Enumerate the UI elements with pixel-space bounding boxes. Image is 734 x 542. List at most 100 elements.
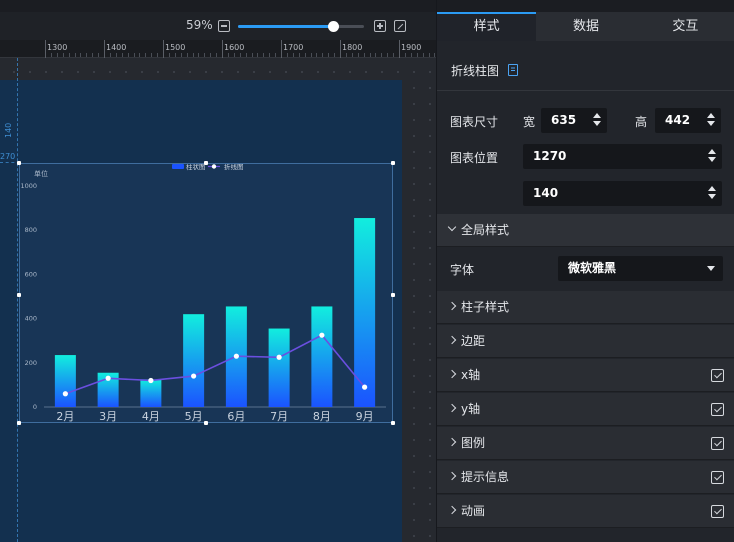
y-tick-label: 800 (25, 226, 37, 234)
guide-y-readout: 140 (4, 122, 13, 138)
component-title: 折线柱图 (451, 64, 500, 78)
caret-down-icon (707, 266, 715, 271)
ruler-minor-tick (56, 53, 58, 57)
ruler-minor-tick (121, 53, 123, 57)
section-0[interactable]: 柱子样式 (437, 291, 734, 324)
ruler-minor-tick (334, 53, 336, 57)
resize-handle-tr[interactable] (391, 161, 395, 165)
section-label: 边距 (461, 334, 486, 348)
resize-handle-bl[interactable] (17, 421, 21, 425)
width-label: 宽 (523, 115, 536, 129)
ruler-major-tick (45, 40, 46, 58)
checkbox-checked-icon[interactable] (711, 437, 724, 450)
bar (140, 379, 162, 407)
line-point (148, 377, 154, 384)
position-y-input[interactable]: 140 (523, 181, 722, 206)
ruler-minor-tick (416, 53, 418, 57)
zoom-slider[interactable] (238, 21, 364, 32)
width-input[interactable]: 635 (541, 108, 607, 133)
line-point (233, 353, 239, 359)
ruler-minor-tick (345, 53, 347, 57)
width-stepper-icon[interactable] (593, 113, 601, 127)
section-label: 动画 (461, 504, 486, 518)
line-point (319, 332, 325, 338)
ruler-minor-tick (92, 53, 94, 57)
zoom-out-icon[interactable] (218, 20, 230, 32)
ruler-minor-tick (363, 53, 365, 57)
ruler-minor-tick (186, 53, 188, 57)
section-6[interactable]: 动画 (437, 495, 734, 528)
ruler-minor-tick (428, 53, 430, 57)
editor-window: 59% 1300 1400 1500 1600 1700 1800 1900 140 270… (0, 0, 734, 542)
checkbox-checked-icon[interactable] (711, 471, 724, 484)
tab-style[interactable]: 样式 (437, 12, 537, 41)
ruler-minor-tick (204, 53, 206, 57)
line-point (362, 384, 368, 390)
legend-bar-swatch (172, 164, 184, 169)
ruler-major-tick (222, 40, 223, 58)
ruler-major-tick (104, 40, 105, 58)
section-1[interactable]: 边距 (437, 325, 734, 358)
section-3[interactable]: y轴 (437, 393, 734, 426)
resize-handle-r[interactable] (391, 293, 395, 297)
tab-interaction[interactable]: 交互 (636, 12, 734, 41)
ruler-minor-tick (286, 53, 288, 57)
height-input[interactable]: 442 (655, 108, 721, 133)
ruler-minor-tick (251, 53, 253, 57)
ruler-minor-tick (157, 53, 159, 57)
section-4[interactable]: 图例 (437, 427, 734, 460)
ruler-minor-tick (68, 53, 70, 57)
resize-handle-t[interactable] (204, 161, 208, 165)
resize-handle-tl[interactable] (17, 161, 21, 165)
ruler-minor-tick (239, 53, 241, 57)
font-label: 字体 (450, 263, 475, 277)
section-2[interactable]: x轴 (437, 359, 734, 392)
position-x-input[interactable]: 1270 (523, 144, 722, 169)
ruler-label: 1600 (224, 43, 245, 52)
chevron-right-icon (447, 403, 457, 413)
chevron-right-icon (447, 369, 457, 379)
resize-handle-b[interactable] (204, 421, 208, 425)
legend-entry: 柱状图 (186, 164, 206, 171)
position-x-value: 1270 (533, 149, 567, 163)
zoom-slider-fill (238, 25, 333, 28)
position-x-stepper-icon[interactable] (708, 149, 716, 163)
panel-top-strip (437, 0, 734, 12)
zoom-in-icon[interactable] (374, 20, 386, 32)
canvas-area[interactable]: 59% 1300 1400 1500 1600 1700 1800 1900 140 270… (0, 0, 436, 542)
position-y-stepper-icon[interactable] (708, 186, 716, 200)
x-tick-label: 3月 (99, 410, 117, 423)
chevron-right-icon (447, 471, 457, 481)
ruler-major-tick (163, 40, 164, 58)
checkbox-checked-icon[interactable] (711, 369, 724, 382)
ruler-minor-tick (422, 53, 424, 57)
fit-screen-icon[interactable] (394, 20, 406, 32)
height-stepper-icon[interactable] (707, 113, 715, 127)
chart-component[interactable]: 单位 柱状图 折线图 0 200 400 600 800 1000 2月 3月 4月 5月 6月 7月 8月 9… (19, 163, 393, 423)
document-icon[interactable] (508, 64, 518, 76)
section-label: 全局样式 (461, 223, 510, 237)
section-global-style[interactable]: 全局样式 (437, 214, 734, 247)
x-tick-label: 7月 (270, 410, 288, 423)
y-tick-label: 600 (25, 270, 37, 278)
zoom-level-label: 59% (186, 18, 213, 32)
tab-data[interactable]: 数据 (536, 12, 635, 41)
ruler-minor-tick (275, 53, 277, 57)
checkbox-checked-icon[interactable] (711, 505, 724, 518)
ruler-minor-tick (375, 53, 377, 57)
ruler-minor-tick (192, 53, 194, 57)
checkbox-checked-icon[interactable] (711, 403, 724, 416)
ruler-minor-tick (216, 53, 218, 57)
section-5[interactable]: 提示信息 (437, 461, 734, 494)
section-label: y轴 (461, 402, 481, 416)
x-tick-label: 2月 (56, 410, 74, 423)
resize-handle-l[interactable] (17, 293, 21, 297)
bar (311, 306, 333, 407)
font-select[interactable]: 微软雅黑 (558, 256, 723, 281)
ruler-minor-tick (369, 53, 371, 57)
resize-handle-br[interactable] (391, 421, 395, 425)
section-label: x轴 (461, 368, 481, 382)
ruler-major-tick (340, 40, 341, 58)
ruler-minor-tick (316, 53, 318, 57)
zoom-slider-knob[interactable] (328, 21, 339, 32)
